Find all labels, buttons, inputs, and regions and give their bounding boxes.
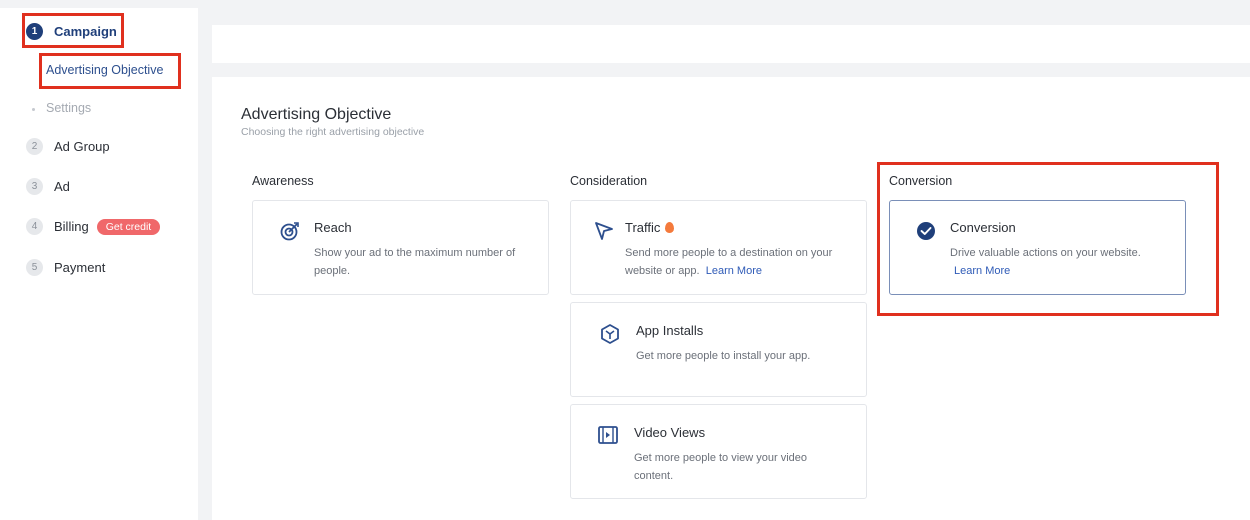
step-label: Ad Group — [54, 139, 110, 154]
substep-settings[interactable]: Settings — [32, 101, 92, 115]
cursor-icon — [595, 222, 613, 240]
objective-card-app-installs[interactable]: App Installs Get more people to install … — [570, 302, 867, 397]
highlight-campaign — [22, 13, 124, 48]
column-title-awareness: Awareness — [252, 174, 314, 188]
step-number: 3 — [26, 178, 43, 195]
objective-card-reach[interactable]: Reach Show your ad to the maximum number… — [252, 200, 549, 295]
video-icon — [598, 426, 618, 444]
page-subtitle: Choosing the right advertising objective — [241, 126, 425, 138]
step-label: Billing — [54, 219, 89, 234]
get-credit-badge[interactable]: Get credit — [96, 218, 161, 235]
step-number: 4 — [26, 218, 43, 235]
card-title: Traffic — [625, 220, 675, 235]
top-bar — [212, 25, 1250, 63]
card-title: App Installs — [636, 323, 704, 338]
reach-icon — [280, 222, 299, 241]
card-description: Show your ad to the maximum number of pe… — [314, 247, 516, 277]
fire-icon — [665, 222, 675, 233]
highlight-conversion — [877, 162, 1219, 316]
highlight-advertising-objective — [39, 53, 181, 89]
bullet-icon — [32, 108, 35, 111]
card-title: Video Views — [634, 425, 706, 440]
step-ad[interactable]: 3 Ad — [26, 178, 70, 195]
step-payment[interactable]: 5 Payment — [26, 259, 105, 276]
step-number: 2 — [26, 138, 43, 155]
card-description: Send more people to a destination on you… — [625, 247, 833, 277]
app-cube-icon — [601, 324, 619, 344]
column-title-consideration: Consideration — [570, 174, 648, 188]
step-billing[interactable]: 4 Billing Get credit — [26, 218, 161, 235]
learn-more-link[interactable]: Learn More — [706, 265, 762, 277]
objective-card-traffic[interactable]: Traffic Send more people to a destinatio… — [570, 200, 867, 295]
step-ad-group[interactable]: 2 Ad Group — [26, 138, 110, 155]
card-title: Reach — [314, 220, 352, 235]
substep-label: Settings — [46, 101, 92, 115]
objective-card-video-views[interactable]: Video Views Get more people to view your… — [570, 404, 867, 499]
step-label: Ad — [54, 179, 70, 194]
page-title: Advertising Objective — [241, 106, 392, 123]
card-description: Get more people to view your video conte… — [634, 452, 808, 482]
step-label: Payment — [54, 260, 106, 275]
step-number: 5 — [26, 259, 43, 276]
card-description: Get more people to install your app. — [636, 350, 811, 362]
